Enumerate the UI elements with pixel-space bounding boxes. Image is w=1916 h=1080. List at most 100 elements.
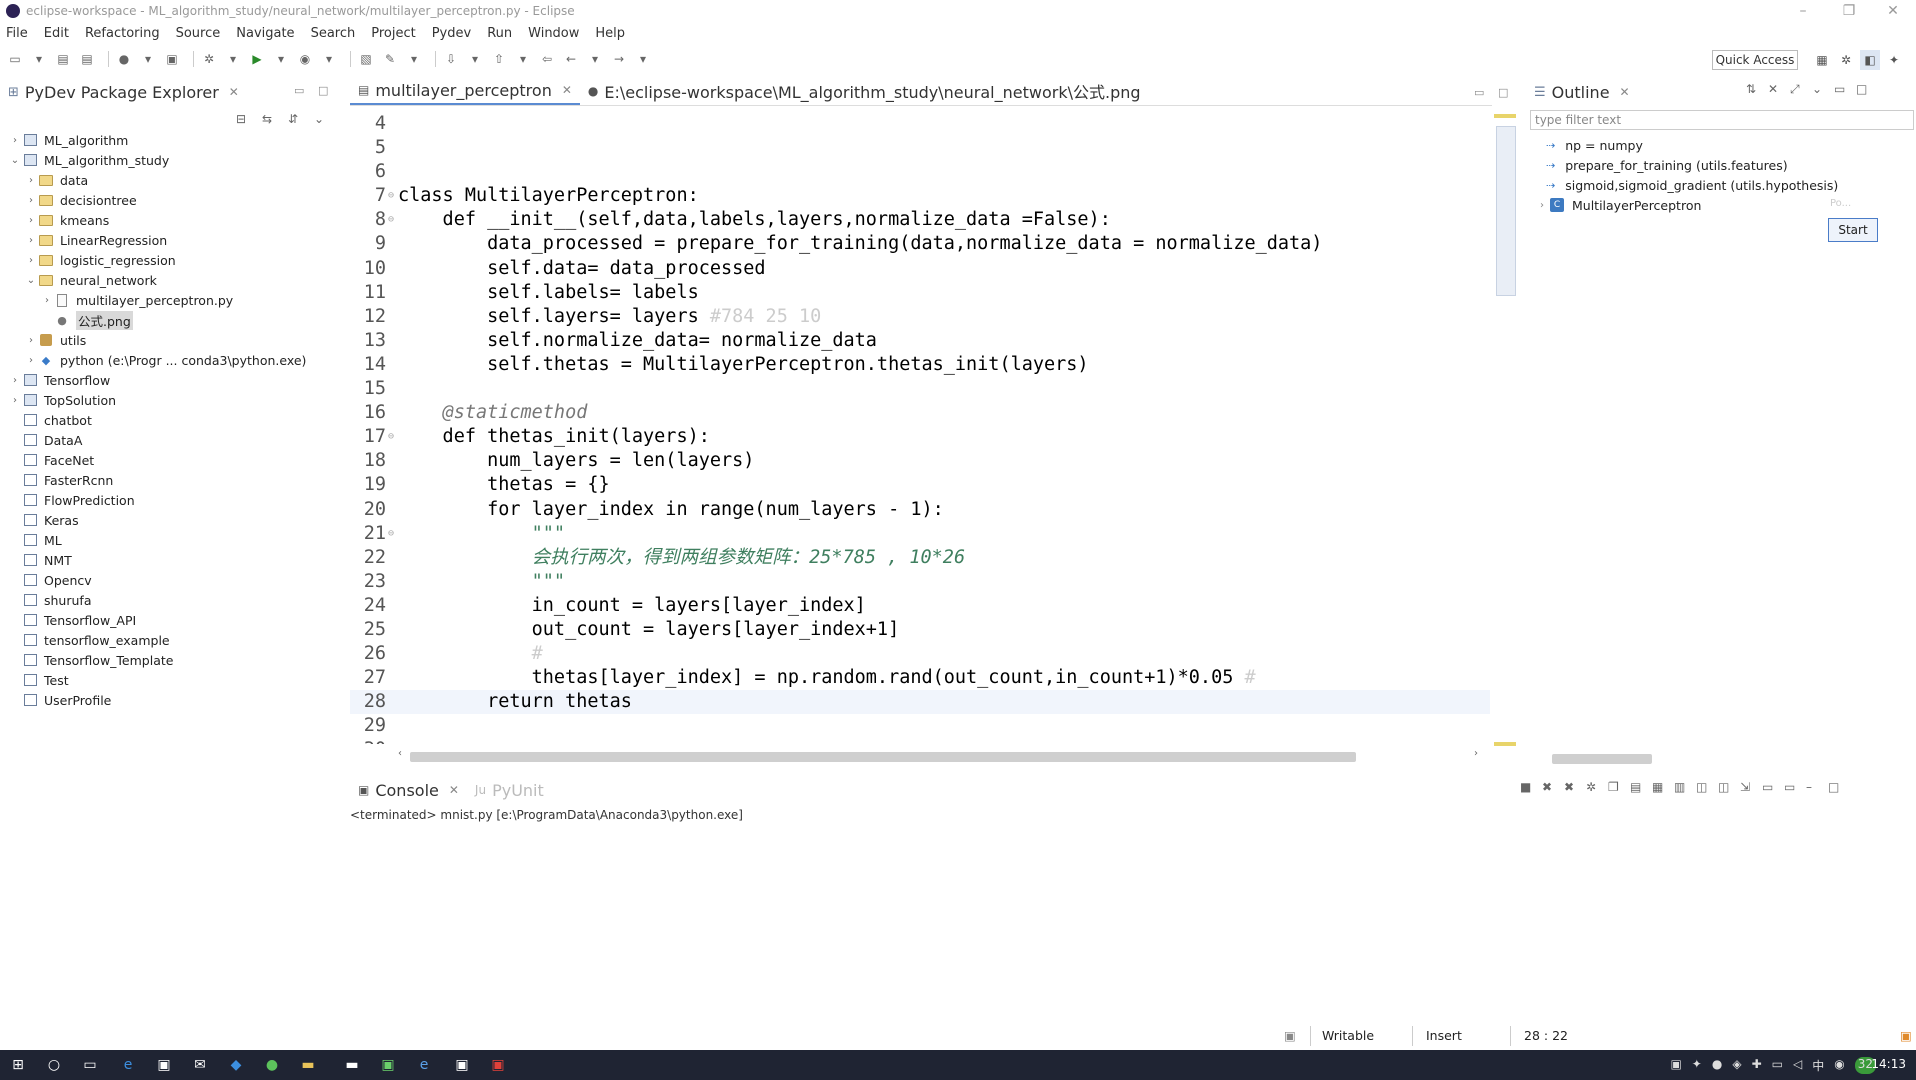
expanded-arrow-icon[interactable]: ⌄ [24,275,38,286]
code-line[interactable]: 9 data_processed = prepare_for_training(… [350,232,1490,256]
minimize-icon[interactable]: – [1806,780,1828,794]
tray-app-icon[interactable]: ▣ [1670,1057,1681,1074]
collapsed-arrow-icon[interactable]: › [24,355,38,366]
outline-item-multilayer-perceptron[interactable]: › C MultilayerPerceptron [1540,195,1701,215]
scroll-right-icon[interactable]: › [1474,748,1478,759]
tree-item[interactable]: Tensorflow_API [0,610,344,630]
code-line[interactable]: 5 [350,136,1490,160]
pydev-perspective-icon[interactable]: ◧ [1860,50,1880,70]
minimize-icon[interactable]: ▭ [1834,82,1856,97]
expand-arrow-icon[interactable]: › [1540,200,1544,211]
collapsed-arrow-icon[interactable]: › [24,255,38,266]
dropdown-icon[interactable]: ▾ [466,50,484,68]
scroll-left-icon[interactable]: ‹ [398,748,402,759]
store-icon[interactable]: ▣ [154,1055,174,1075]
menu-source[interactable]: Source [176,26,221,41]
tree-item[interactable]: FaceNet [0,450,344,470]
menu-refactoring[interactable]: Refactoring [85,26,160,41]
close-window-button[interactable]: ✕ [1870,0,1916,22]
tab-multilayer-perceptron[interactable]: ▤ multilayer_perceptron ✕ [350,77,580,105]
package-explorer-title[interactable]: PyDev Package Explorer [25,83,219,102]
menu-project[interactable]: Project [371,26,415,41]
code-line[interactable]: 17 ⊖ def thetas_init(layers): [350,425,1490,449]
tab-pyunit[interactable]: Ju PyUnit [467,781,552,800]
outline-filter-input[interactable]: type filter text [1530,110,1914,130]
horizontal-scroll-thumb[interactable] [410,752,1356,762]
maximize-icon[interactable]: □ [1498,86,1508,99]
menu-window[interactable]: Window [528,26,579,41]
debug-perspective-icon[interactable]: ✲ [1836,50,1856,70]
tab-console[interactable]: ▣ Console ✕ [350,781,467,800]
collapsed-arrow-icon[interactable]: › [24,215,38,226]
code-line[interactable]: 6 [350,160,1490,184]
dropdown-icon[interactable]: ▾ [272,50,290,68]
user-icon[interactable]: ● [115,50,133,68]
tree-item[interactable]: Keras [0,510,344,530]
run-external-icon[interactable]: ◉ [296,50,314,68]
outline-item-prepare-for-training[interactable]: ⇢ prepare_for_training (utils.features) [1546,155,1788,175]
file-explorer-icon[interactable]: ▬ [298,1055,318,1075]
app-icon[interactable]: ▣ [378,1055,398,1075]
edge-icon[interactable]: e [118,1055,138,1075]
menu-run[interactable]: Run [487,26,512,41]
close-icon[interactable]: ✕ [229,85,239,99]
minimize-icon[interactable]: ▭ [1474,86,1484,99]
collapsed-arrow-icon[interactable]: › [24,235,38,246]
tree-item[interactable]: ● 公式.png [0,310,344,330]
save-all-icon[interactable]: ▤ [78,50,96,68]
tree-item[interactable]: › kmeans [0,210,344,230]
show-stdout-icon[interactable]: ◫ [1696,780,1718,794]
tree-item[interactable]: › multilayer_perceptron.py [0,290,344,310]
remove-launch-icon[interactable]: ✖ [1542,780,1564,794]
vscode-icon[interactable]: ◆ [226,1055,246,1075]
tray-app-icon[interactable]: ✚ [1752,1057,1762,1074]
collapsed-arrow-icon[interactable]: › [24,195,38,206]
dropdown-icon[interactable]: ▾ [405,50,423,68]
back-icon[interactable]: ← [562,50,580,68]
fold-icon[interactable]: ⊖ [388,208,394,232]
shield-icon[interactable]: ◈ [1732,1057,1741,1074]
copy-icon[interactable]: ❐ [1608,780,1630,794]
collapsed-arrow-icon[interactable]: › [8,395,22,406]
link-editor-icon[interactable]: ⇆ [262,112,282,126]
view-menu-icon[interactable]: ⌄ [1812,82,1834,97]
dropdown-icon[interactable]: ▾ [30,50,48,68]
code-line[interactable]: 21 ⊖ """ [350,522,1490,546]
menu-pydev[interactable]: Pydev [432,26,471,41]
tree-item[interactable]: › TopSolution [0,390,344,410]
build-icon[interactable]: ▣ [163,50,181,68]
filter-icon[interactable]: ⇵ [288,112,308,126]
terminate-icon[interactable]: ■ [1520,780,1542,794]
tree-item[interactable]: › logistic_regression [0,250,344,270]
close-tab-icon[interactable]: ✕ [449,783,459,797]
tree-item[interactable]: DataA [0,430,344,450]
code-line[interactable]: 23 """ [350,570,1490,594]
dropdown-icon[interactable]: ▾ [139,50,157,68]
code-line[interactable]: 15 [350,377,1490,401]
display-console-icon[interactable]: ▭ [1762,780,1784,794]
tree-item[interactable]: chatbot [0,410,344,430]
outline-scroll-thumb[interactable] [1552,754,1652,764]
tray-app-icon[interactable]: ◉ [1834,1057,1844,1074]
quick-access-field[interactable]: Quick Access [1712,50,1798,70]
photo-icon[interactable]: ▣ [452,1055,472,1075]
tree-item[interactable]: ⌄ neural_network [0,270,344,290]
maximize-icon[interactable]: □ [1856,82,1878,97]
windows-start-icon[interactable]: ⊞ [8,1055,28,1075]
vertical-scrollbar[interactable] [1496,126,1516,296]
mail-icon[interactable]: ✉ [190,1055,210,1075]
collapsed-arrow-icon[interactable]: › [40,295,54,306]
tree-item[interactable]: FlowPrediction [0,490,344,510]
word-wrap-icon[interactable]: ▥ [1674,780,1696,794]
tree-item[interactable]: FasterRcnn [0,470,344,490]
tree-item[interactable]: › LinearRegression [0,230,344,250]
task-view-icon[interactable]: ▭ [80,1055,100,1075]
sort-icon[interactable]: ⇅ [1746,82,1768,97]
code-line[interactable]: 4 [350,112,1490,136]
tree-item[interactable]: › ◆ python (e:\Progr ... conda3\python.exe… [0,350,344,370]
code-line[interactable]: 13 self.normalize_data= normalize_data [350,329,1490,353]
tree-item[interactable]: UserProfile [0,690,344,710]
code-line[interactable]: 11 self.labels= labels [350,281,1490,305]
tree-item[interactable]: › ML_algorithm [0,130,344,150]
tree-item[interactable]: shurufa [0,590,344,610]
